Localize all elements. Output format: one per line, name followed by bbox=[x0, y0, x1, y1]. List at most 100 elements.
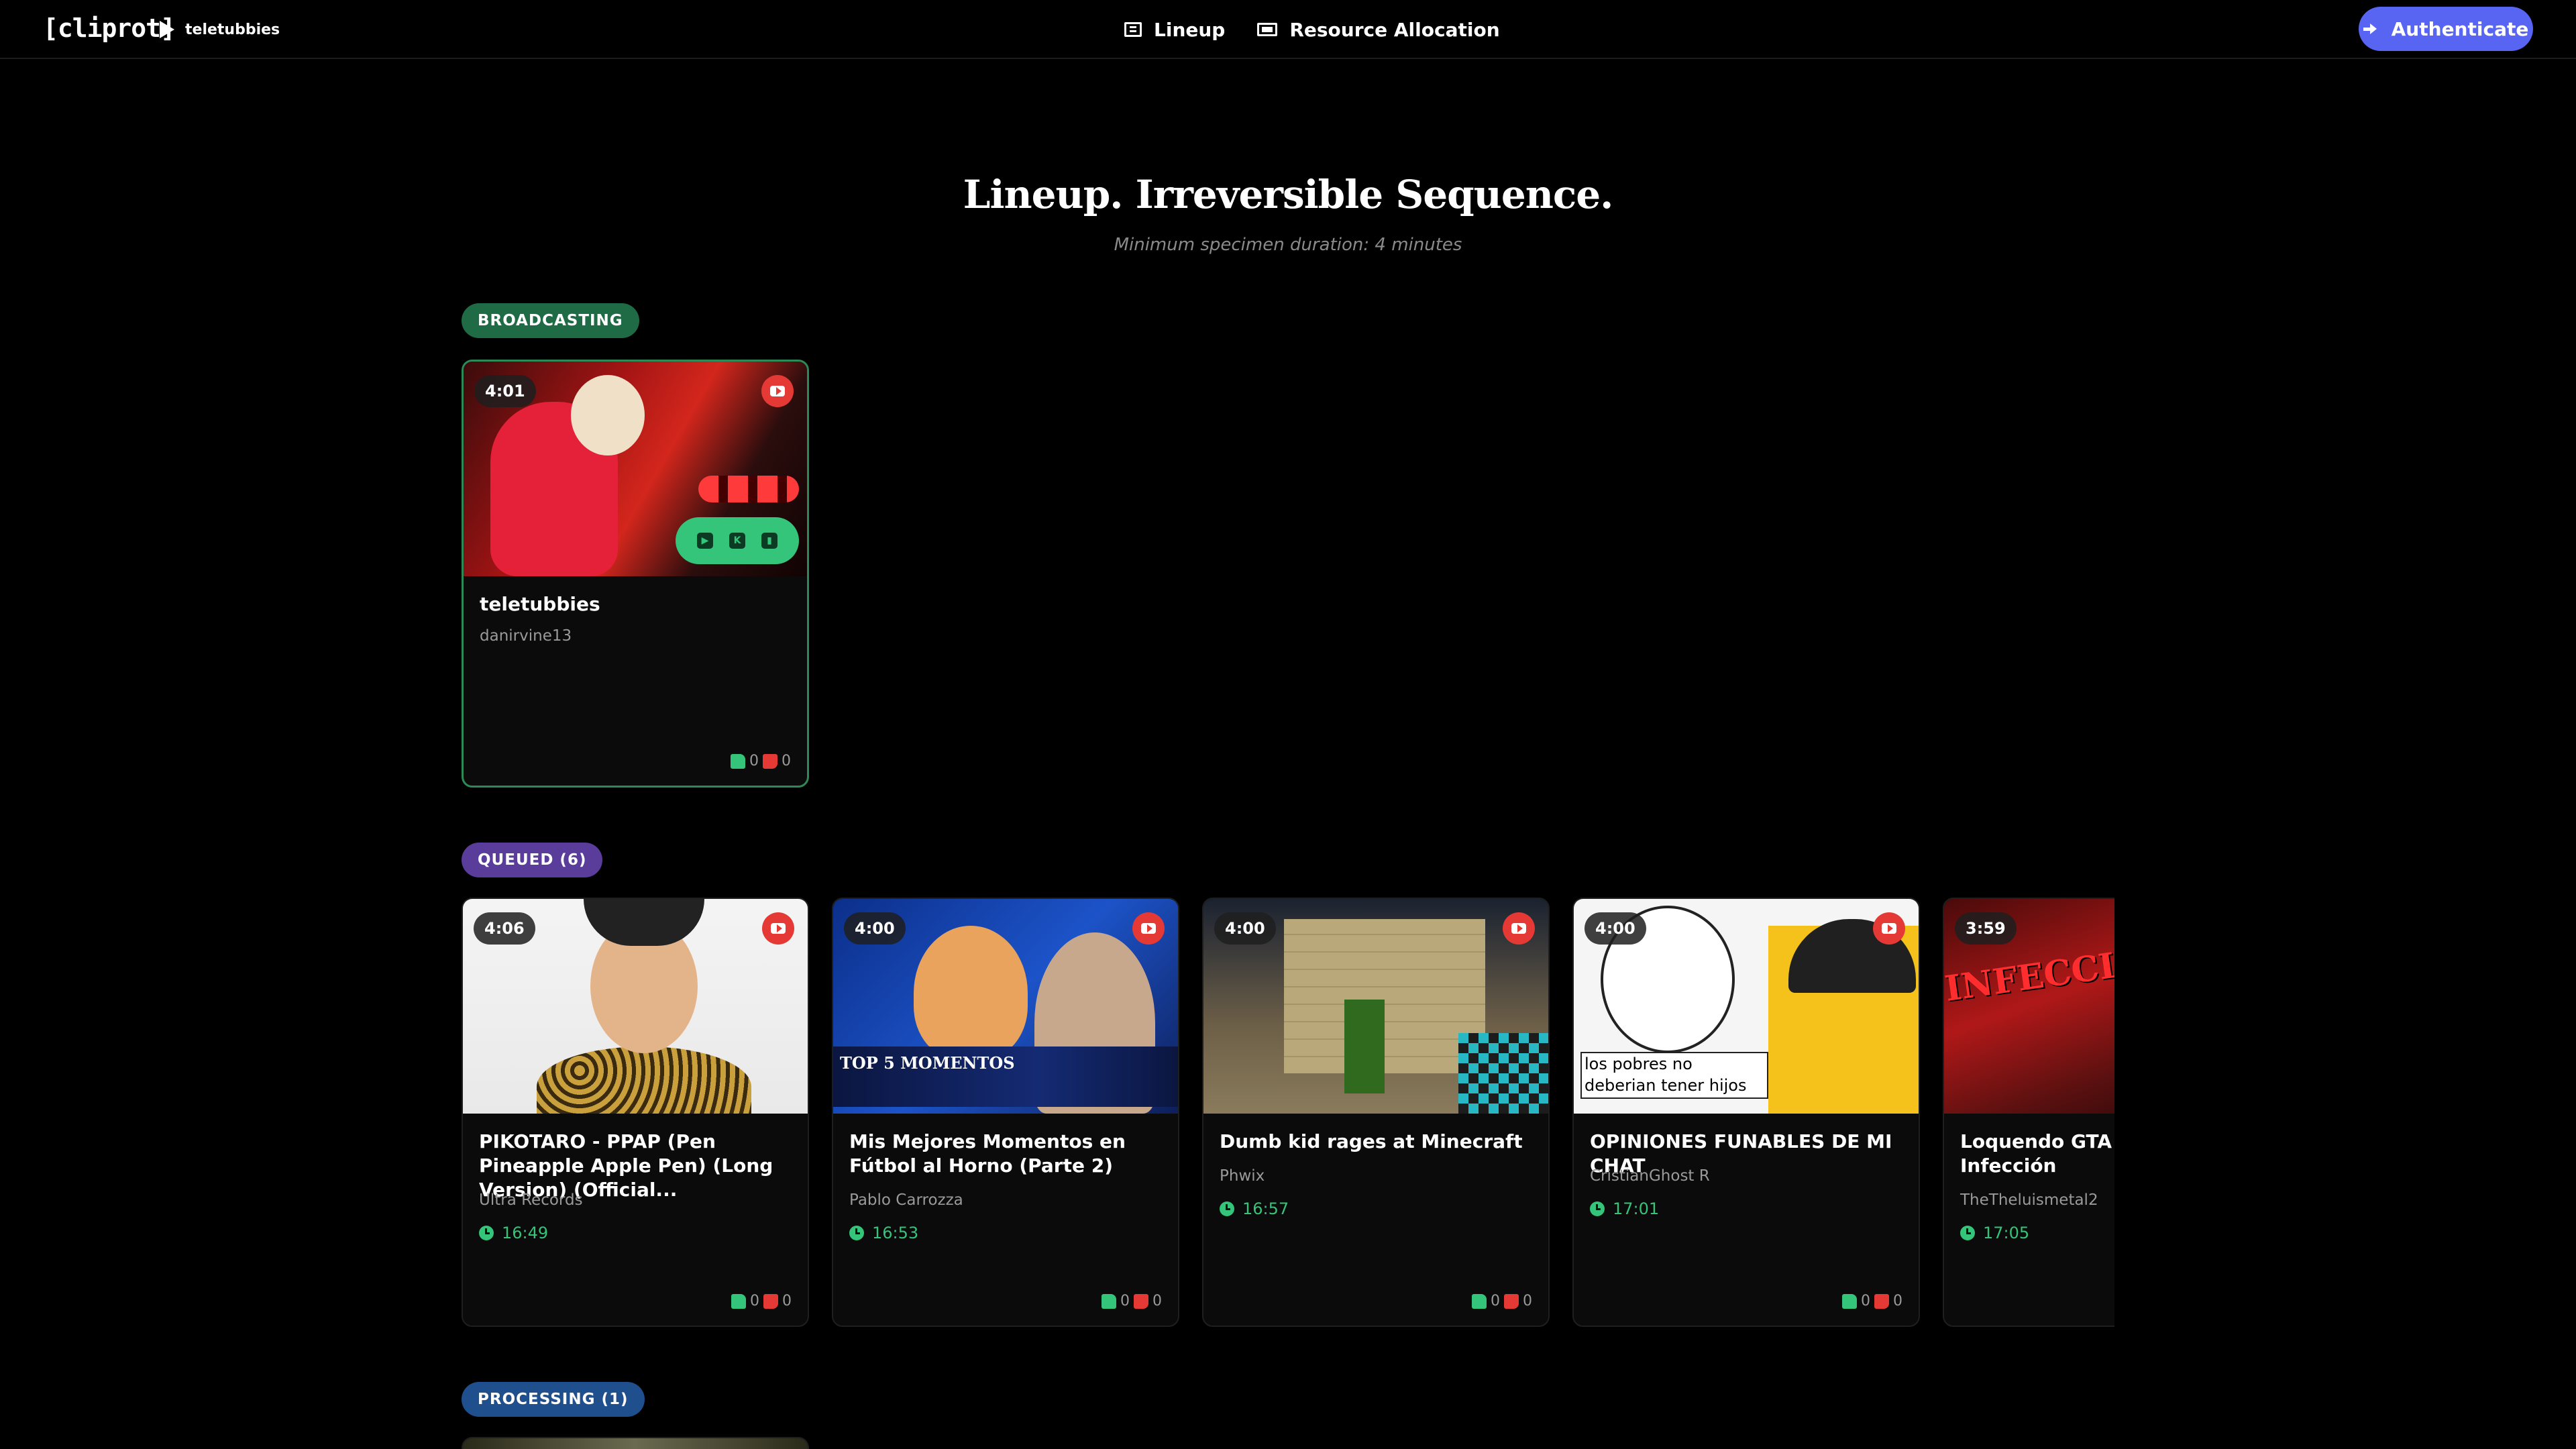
thumbnail-figure bbox=[1458, 1033, 1548, 1114]
clock-icon bbox=[1960, 1226, 1975, 1240]
processing-card[interactable] bbox=[462, 1437, 809, 1449]
dislike-count: 0 bbox=[1152, 1293, 1162, 1309]
dislike-count: 0 bbox=[1893, 1293, 1902, 1309]
duration-badge: 4:00 bbox=[1214, 912, 1276, 945]
broadcasting-badge: BROADCASTING bbox=[462, 303, 639, 338]
queued-card[interactable]: los pobres no deberian tener hijos 4:00 … bbox=[1572, 898, 1920, 1327]
thumbnail-figure bbox=[1344, 1000, 1385, 1093]
duration-badge: 4:06 bbox=[474, 912, 535, 945]
queued-card[interactable]: TOP 5 MOMENTOS 4:00 Mis Mejores Momentos… bbox=[832, 898, 1179, 1327]
scheduled-time-value: 17:05 bbox=[1983, 1224, 2030, 1242]
list-icon bbox=[1124, 22, 1142, 37]
main-nav: Lineup Resource Allocation bbox=[1124, 16, 1500, 43]
thumbnail-figure bbox=[1284, 919, 1485, 1073]
scheduled-time: 16:57 bbox=[1220, 1199, 1289, 1218]
processing-badge: PROCESSING (1) bbox=[462, 1382, 645, 1417]
thumbs-up-icon[interactable] bbox=[1472, 1293, 1487, 1309]
logo[interactable]: [cliprot] bbox=[43, 13, 176, 43]
platform-links: ▶ K ▮ bbox=[676, 517, 799, 564]
video-author: TheTheluismetal2 bbox=[1960, 1191, 2098, 1209]
video-author: CristianGhost R bbox=[1590, 1167, 1710, 1185]
vote-counts: 0 0 bbox=[731, 753, 791, 769]
queued-card[interactable]: 4:00 Dumb kid rages at Minecraft Phwix 1… bbox=[1202, 898, 1550, 1327]
thumbs-down-icon[interactable] bbox=[1874, 1293, 1889, 1309]
thumbs-up-icon[interactable] bbox=[1842, 1293, 1857, 1309]
dislike-count: 0 bbox=[782, 1293, 792, 1309]
thumbs-up-icon[interactable] bbox=[731, 753, 745, 769]
youtube-icon bbox=[1132, 912, 1165, 945]
top-navbar: [cliprot] teletubbies Lineup Resource Al… bbox=[0, 0, 2576, 59]
nav-resource-allocation-label: Resource Allocation bbox=[1289, 18, 1500, 41]
scheduled-time: 16:49 bbox=[479, 1224, 548, 1242]
authenticate-button[interactable]: Authenticate bbox=[2359, 7, 2533, 51]
scheduled-time-value: 16:57 bbox=[1242, 1199, 1289, 1218]
youtube-icon bbox=[1873, 912, 1905, 945]
dislike-count: 0 bbox=[782, 753, 791, 769]
scheduled-time: 17:05 bbox=[1960, 1224, 2029, 1242]
youtube-icon[interactable]: ▶ bbox=[697, 533, 713, 549]
queued-badge: QUEUED (6) bbox=[462, 843, 603, 877]
duration-badge: 4:01 bbox=[474, 375, 536, 407]
authenticate-label: Authenticate bbox=[2391, 17, 2529, 40]
thumbs-up-icon[interactable] bbox=[731, 1293, 746, 1309]
youtube-icon bbox=[761, 375, 794, 407]
video-title: Loquendo GTA San Andreas: Infección bbox=[1960, 1130, 2114, 1177]
scheduled-time-value: 16:53 bbox=[872, 1224, 919, 1242]
youtube-icon bbox=[1503, 912, 1535, 945]
scheduled-time: 16:53 bbox=[849, 1224, 918, 1242]
clock-icon bbox=[849, 1226, 864, 1240]
nav-lineup[interactable]: Lineup bbox=[1124, 19, 1225, 41]
like-count: 0 bbox=[750, 1293, 759, 1309]
kick-icon[interactable]: K bbox=[729, 533, 745, 549]
thumbnail-caption: TOP 5 MOMENTOS bbox=[840, 1053, 1015, 1073]
now-playing-link[interactable]: teletubbies bbox=[160, 19, 280, 40]
duration-badge: 4:00 bbox=[844, 912, 906, 945]
now-playing-title: teletubbies bbox=[185, 21, 280, 38]
page-title: Lineup. Irreversible Sequence. bbox=[963, 172, 1614, 217]
thumbnail-figure bbox=[571, 375, 645, 455]
thumbnail-caption: los pobres no deberian tener hijos bbox=[1580, 1052, 1768, 1099]
video-thumbnail bbox=[463, 1438, 808, 1449]
play-icon bbox=[160, 21, 174, 38]
vote-counts: 0 0 bbox=[1842, 1293, 1902, 1309]
scheduled-time-value: 16:49 bbox=[502, 1224, 549, 1242]
login-icon bbox=[2363, 21, 2381, 36]
clock-icon bbox=[479, 1226, 494, 1240]
vote-counts: 0 0 bbox=[1472, 1293, 1532, 1309]
queued-card[interactable]: INFECCION 3:59 Loquendo GTA San Andreas:… bbox=[1943, 898, 2114, 1327]
video-author: Ultra Records bbox=[479, 1191, 583, 1209]
like-count: 0 bbox=[1861, 1293, 1870, 1309]
thumbnail-figure bbox=[584, 899, 704, 946]
thumbnail-caption: INFECCION bbox=[1944, 936, 2114, 1010]
like-count: 0 bbox=[749, 753, 759, 769]
video-title: Mis Mejores Momentos en Fútbol al Horno … bbox=[849, 1130, 1126, 1177]
like-count: 0 bbox=[1491, 1293, 1500, 1309]
duration-badge: 4:00 bbox=[1585, 912, 1646, 945]
scheduled-time-value: 17:01 bbox=[1613, 1199, 1660, 1218]
queued-carousel: 4:06 PIKOTARO - PPAP (Pen Pineapple Appl… bbox=[0, 898, 2114, 1327]
nav-resource-allocation[interactable]: Resource Allocation bbox=[1257, 18, 1500, 41]
nav-lineup-label: Lineup bbox=[1154, 18, 1226, 41]
page-subtitle: Minimum specimen duration: 4 minutes bbox=[1114, 235, 1462, 255]
memory-icon bbox=[1257, 23, 1278, 36]
thumbnail-figure: TOP 5 MOMENTOS bbox=[833, 1046, 1178, 1107]
vote-counts: 0 0 bbox=[1102, 1293, 1162, 1309]
thumbs-down-icon[interactable] bbox=[763, 753, 777, 769]
thumbnail-figure bbox=[537, 1046, 751, 1114]
video-author: Phwix bbox=[1220, 1167, 1265, 1185]
like-count: 0 bbox=[1120, 1293, 1130, 1309]
thumbnail-figure bbox=[914, 926, 1028, 1060]
twitch-icon[interactable]: ▮ bbox=[761, 533, 777, 549]
video-title: teletubbies bbox=[480, 593, 600, 615]
thumbs-down-icon[interactable] bbox=[1134, 1293, 1148, 1309]
thumbs-down-icon[interactable] bbox=[763, 1293, 778, 1309]
queued-card[interactable]: 4:06 PIKOTARO - PPAP (Pen Pineapple Appl… bbox=[462, 898, 809, 1327]
broadcasting-card[interactable]: 4:01 ▶ K ▮ teletubbies danirvine13 0 0 bbox=[462, 360, 809, 788]
video-title: Dumb kid rages at Minecraft bbox=[1220, 1130, 1523, 1152]
thumbs-down-icon[interactable] bbox=[1504, 1293, 1519, 1309]
thumbnail-figure bbox=[698, 476, 799, 502]
youtube-icon bbox=[762, 912, 794, 945]
thumbs-up-icon[interactable] bbox=[1102, 1293, 1116, 1309]
duration-badge: 3:59 bbox=[1955, 912, 2017, 945]
clock-icon bbox=[1590, 1201, 1605, 1216]
